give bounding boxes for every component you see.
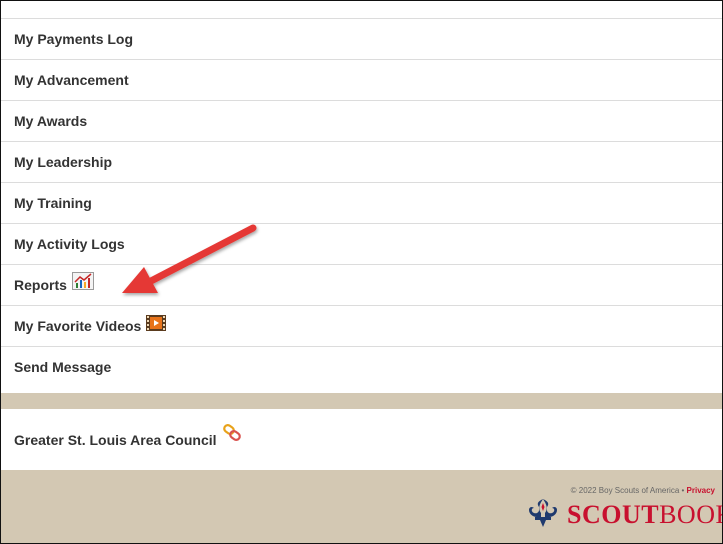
footer: © 2022 Boy Scouts of America • Privacy S… <box>1 470 722 543</box>
brand-rest: BOOK <box>659 500 722 529</box>
scoutbook-logo[interactable]: SCOUTBOOK <box>523 497 722 534</box>
menu-item-label: Send Message <box>14 358 112 375</box>
menu-item-activity-logs[interactable]: My Activity Logs <box>1 223 722 264</box>
menu-item-training[interactable]: My Training <box>1 182 722 223</box>
menu-item-awards[interactable]: My Awards <box>1 100 722 141</box>
brand-bold: SCOUT <box>567 500 660 529</box>
fleur-de-lis-icon <box>523 497 563 534</box>
menu-item-label: Reports <box>14 276 67 293</box>
copyright-text: © 2022 Boy Scouts of America • Privacy <box>571 486 715 495</box>
chart-icon <box>71 265 94 306</box>
video-icon <box>146 306 167 347</box>
menu-item-payments-log[interactable]: My Payments Log <box>1 18 722 59</box>
section-divider <box>1 393 722 409</box>
menu-item-favorite-videos[interactable]: My Favorite Videos <box>1 305 722 346</box>
copyright-separator: • <box>679 486 687 495</box>
menu-item-label: My Favorite Videos <box>14 317 142 334</box>
menu-item-reports[interactable]: Reports <box>1 264 722 305</box>
menu-item-leadership[interactable]: My Leadership <box>1 141 722 182</box>
copyright-label: © 2022 Boy Scouts of America <box>570 486 680 495</box>
page-frame: My Payments Log My Advancement My Awards… <box>0 0 723 544</box>
menu-item-label: My Activity Logs <box>14 235 125 252</box>
council-link[interactable]: Greater St. Louis Area Council <box>14 432 217 448</box>
menu-item-label: My Leadership <box>14 153 113 170</box>
menu-item-label: My Advancement <box>14 71 129 88</box>
privacy-link[interactable]: Privacy <box>687 486 715 495</box>
council-row[interactable]: Greater St. Louis Area Council <box>1 409 722 470</box>
menu-item-send-message[interactable]: Send Message <box>1 346 722 387</box>
menu-item-advancement[interactable]: My Advancement <box>1 59 722 100</box>
link-icon <box>222 424 242 447</box>
menu-item-label: My Payments Log <box>14 30 134 47</box>
scoutbook-wordmark: SCOUTBOOK <box>567 500 722 530</box>
menu-item-label: My Awards <box>14 112 88 129</box>
profile-menu: My Payments Log My Advancement My Awards… <box>1 18 722 387</box>
menu-item-label: My Training <box>14 194 92 211</box>
